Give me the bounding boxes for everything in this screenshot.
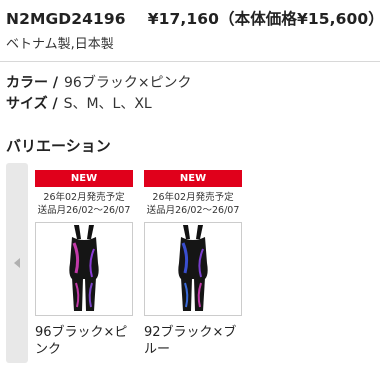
swimsuit-thumbnail[interactable] <box>144 222 242 316</box>
spec-color-value: 96ブラック×ピンク <box>64 75 192 91</box>
product-code: N2MGD24196 <box>6 10 126 28</box>
variation-title: バリエーション <box>6 137 111 155</box>
variation-item[interactable]: NEW 26年02月発売予定 送品月26/02〜26/07 96ブラック×ピンク <box>35 170 133 358</box>
variation-prev-button[interactable] <box>6 163 28 363</box>
ship-period: 送品月26/02〜26/07 <box>37 205 131 216</box>
new-badge: NEW <box>35 170 133 187</box>
swimsuit-thumbnail[interactable] <box>35 222 133 316</box>
product-header: N2MGD24196 ¥17,160（本体価格¥15,600） <box>6 7 380 29</box>
spec-size-label: サイズ / <box>6 96 58 112</box>
spec-size-value: S、M、L、XL <box>63 96 152 112</box>
variation-name: 96ブラック×ピンク <box>35 325 128 357</box>
spec-color-row: カラー / 96ブラック×ピンク <box>6 72 192 92</box>
variation-name: 92ブラック×ブルー <box>144 325 237 357</box>
release-date: 26年02月発売予定 <box>152 192 234 203</box>
ship-period: 送品月26/02〜26/07 <box>146 205 240 216</box>
spec-size-row: サイズ / S、M、L、XL <box>6 93 152 113</box>
release-date: 26年02月発売予定 <box>43 192 125 203</box>
product-price: ¥17,160（本体価格¥15,600） <box>147 10 380 28</box>
product-origin: ベトナム製,日本製 <box>6 37 114 52</box>
chevron-left-icon <box>14 258 20 268</box>
variation-item[interactable]: NEW 26年02月発売予定 送品月26/02〜26/07 92ブラック×ブルー <box>144 170 242 358</box>
spec-color-label: カラー / <box>6 75 58 91</box>
divider <box>0 61 380 62</box>
new-badge: NEW <box>144 170 242 187</box>
